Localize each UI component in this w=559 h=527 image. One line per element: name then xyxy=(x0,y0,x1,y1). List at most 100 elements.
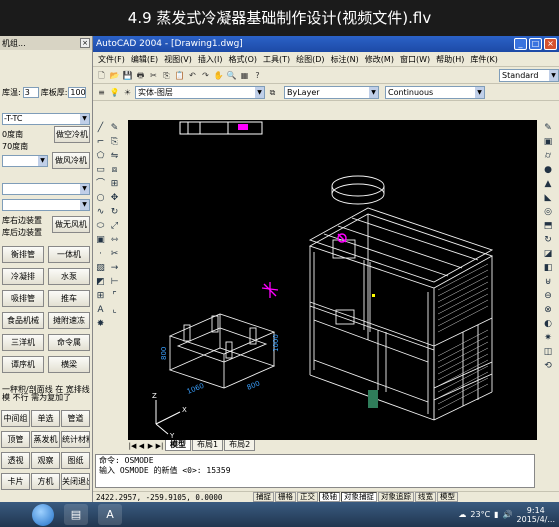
properties-icon[interactable]: ▦ xyxy=(239,70,250,81)
mirror-icon[interactable]: ⇋ xyxy=(108,150,121,163)
minimize-icon[interactable]: _ xyxy=(514,38,527,50)
block-icon[interactable]: ▣ xyxy=(94,234,107,247)
explorer-icon[interactable]: ▤ xyxy=(64,504,88,525)
print-icon[interactable]: 🖶 xyxy=(135,70,146,81)
zoom-icon[interactable]: 🔍 xyxy=(226,70,237,81)
plugin-bottom-button[interactable]: 管道 xyxy=(61,410,90,427)
plugin-bottom-button[interactable]: 观察 xyxy=(31,452,60,469)
save-icon[interactable]: 💾 xyxy=(122,70,133,81)
plugin-grid-button[interactable]: 命令属 xyxy=(48,334,90,351)
plugin-bottom-button[interactable]: 单选 xyxy=(31,410,60,427)
hatch-icon[interactable]: ▨ xyxy=(94,262,107,275)
plugin-grid-button[interactable]: 一体机 xyxy=(48,246,90,263)
layer-select[interactable]: 实体-图层 ▼ xyxy=(135,85,265,99)
ellipse-icon[interactable]: ⬭ xyxy=(94,220,107,233)
rotate-icon[interactable]: ↻ xyxy=(108,206,121,219)
plugin-bottom-button[interactable]: 图纸 xyxy=(61,452,90,469)
start-button[interactable] xyxy=(32,503,54,526)
autocad-task-icon[interactable]: A xyxy=(98,504,122,525)
sun-icon[interactable]: ☀ xyxy=(122,87,133,98)
table-icon[interactable]: ⊞ xyxy=(94,290,107,303)
arc-icon[interactable]: ⌒ xyxy=(94,178,107,191)
polyline-icon[interactable]: ⌐ xyxy=(94,136,107,149)
last-tab-icon[interactable]: ▶| xyxy=(155,442,164,450)
cylinder-icon[interactable]: ⌭ xyxy=(542,150,555,163)
undo-icon[interactable]: ↶ xyxy=(187,70,198,81)
maximize-icon[interactable]: □ xyxy=(529,38,542,50)
scale-icon[interactable]: ⤢ xyxy=(108,220,121,233)
menu-item-3[interactable]: 插入(I) xyxy=(195,54,226,65)
move-icon[interactable]: ✥ xyxy=(108,192,121,205)
erase-icon[interactable]: ✎ xyxy=(108,122,121,135)
section-icon[interactable]: ◧ xyxy=(542,262,555,275)
paste-icon[interactable]: 📋 xyxy=(174,70,185,81)
status-toggle-3[interactable]: 极轴 xyxy=(319,492,340,502)
plugin-bottom-button[interactable]: 顶管 xyxy=(1,431,30,448)
second-select[interactable]: ▼ xyxy=(2,154,48,167)
explode-icon[interactable]: ✸ xyxy=(94,318,107,331)
redo-icon[interactable]: ↷ xyxy=(200,70,211,81)
volume-icon[interactable]: 🔊 xyxy=(503,510,513,519)
spline-icon[interactable]: ∿ xyxy=(94,206,107,219)
linetype-select[interactable]: Continuous ▼ xyxy=(385,85,485,99)
status-toggle-2[interactable]: 正交 xyxy=(297,492,318,502)
menu-item-0[interactable]: 文件(F) xyxy=(95,54,128,65)
trim-icon[interactable]: ✂ xyxy=(108,248,121,261)
plugin-bottom-button[interactable]: 蒸发机 xyxy=(31,431,60,448)
offset-icon[interactable]: ⧈ xyxy=(108,164,121,177)
extrude-icon[interactable]: ⬒ xyxy=(542,220,555,233)
layer-manager-icon[interactable]: ≡ xyxy=(96,87,107,98)
extend-icon[interactable]: → xyxy=(108,262,121,275)
circle-icon[interactable]: ○ xyxy=(94,192,107,205)
menu-item-1[interactable]: 编辑(E) xyxy=(128,54,161,65)
plugin-grid-button[interactable]: 吸排管 xyxy=(2,290,44,307)
chamfer-icon[interactable]: ⌜ xyxy=(108,290,121,303)
menu-item-10[interactable]: 帮助(H) xyxy=(433,54,467,65)
edit-icon[interactable]: ✎ xyxy=(542,122,555,135)
menu-item-2[interactable]: 视图(V) xyxy=(161,54,195,65)
wedge-icon[interactable]: ◣ xyxy=(542,192,555,205)
array-icon[interactable]: ⊞ xyxy=(108,178,121,191)
fourth-select[interactable]: ▼ xyxy=(2,198,90,211)
ku-input[interactable]: 3 xyxy=(22,87,39,98)
copy-object-icon[interactable]: ⎘ xyxy=(108,136,121,149)
menu-item-11[interactable]: 库件(K) xyxy=(467,54,501,65)
cone-icon[interactable]: ▲ xyxy=(542,178,555,191)
cut-icon[interactable]: ✂ xyxy=(148,70,159,81)
plugin-bottom-button[interactable]: 关闭退出 xyxy=(61,473,90,490)
subtract-icon[interactable]: ⊖ xyxy=(542,290,555,303)
plugin-bottom-button[interactable]: 统计材料 xyxy=(61,431,90,448)
drawing-canvas[interactable]: 1060 800 1000 800 X Z Y xyxy=(128,120,537,440)
plugin-grid-button[interactable]: 推车 xyxy=(48,290,90,307)
plugin-bottom-button[interactable]: 卡片 xyxy=(1,473,30,490)
revolve-icon[interactable]: ↻ xyxy=(542,234,555,247)
copy-icon[interactable]: ⎘ xyxy=(161,70,172,81)
sphere-icon[interactable]: ● xyxy=(542,164,555,177)
network-icon[interactable]: ▮ xyxy=(494,510,498,519)
plugin-grid-button[interactable]: 冷凝排 xyxy=(2,268,44,285)
status-toggle-0[interactable]: 捕捉 xyxy=(253,492,274,502)
text-style-select[interactable]: Standard ▼ xyxy=(499,68,559,82)
new-icon[interactable]: 🗋 xyxy=(96,70,107,81)
plugin-grid-button[interactable]: 摊附速冻 xyxy=(48,312,90,329)
next-tab-icon[interactable]: ▶ xyxy=(146,442,155,450)
point-icon[interactable]: · xyxy=(94,248,107,261)
pan-icon[interactable]: ✋ xyxy=(213,70,224,81)
menu-item-7[interactable]: 标注(N) xyxy=(328,54,362,65)
type-select[interactable]: -T-TC ▼ xyxy=(2,112,90,125)
menu-item-8[interactable]: 修改(M) xyxy=(362,54,397,65)
plugin-grid-button[interactable]: 谭序机 xyxy=(2,356,44,373)
fillet-icon[interactable]: ⌞ xyxy=(108,304,121,317)
cube-icon[interactable]: ▣ xyxy=(542,136,555,149)
menu-item-6[interactable]: 绘图(D) xyxy=(293,54,327,65)
plugin-grid-button[interactable]: 食品机械 xyxy=(2,312,44,329)
plugin-grid-button[interactable]: 衡排管 xyxy=(2,246,44,263)
ban-input[interactable]: 100 xyxy=(68,87,87,98)
prev-tab-icon[interactable]: ◀ xyxy=(137,442,146,450)
tab-model[interactable]: 模型 xyxy=(165,440,191,451)
color-select[interactable]: ByLayer ▼ xyxy=(284,85,379,99)
status-toggle-5[interactable]: 对象追踪 xyxy=(378,492,414,502)
mtext-icon[interactable]: A xyxy=(94,304,107,317)
render-icon[interactable]: ✷ xyxy=(542,332,555,345)
status-toggle-4[interactable]: 对象捕捉 xyxy=(341,492,377,502)
